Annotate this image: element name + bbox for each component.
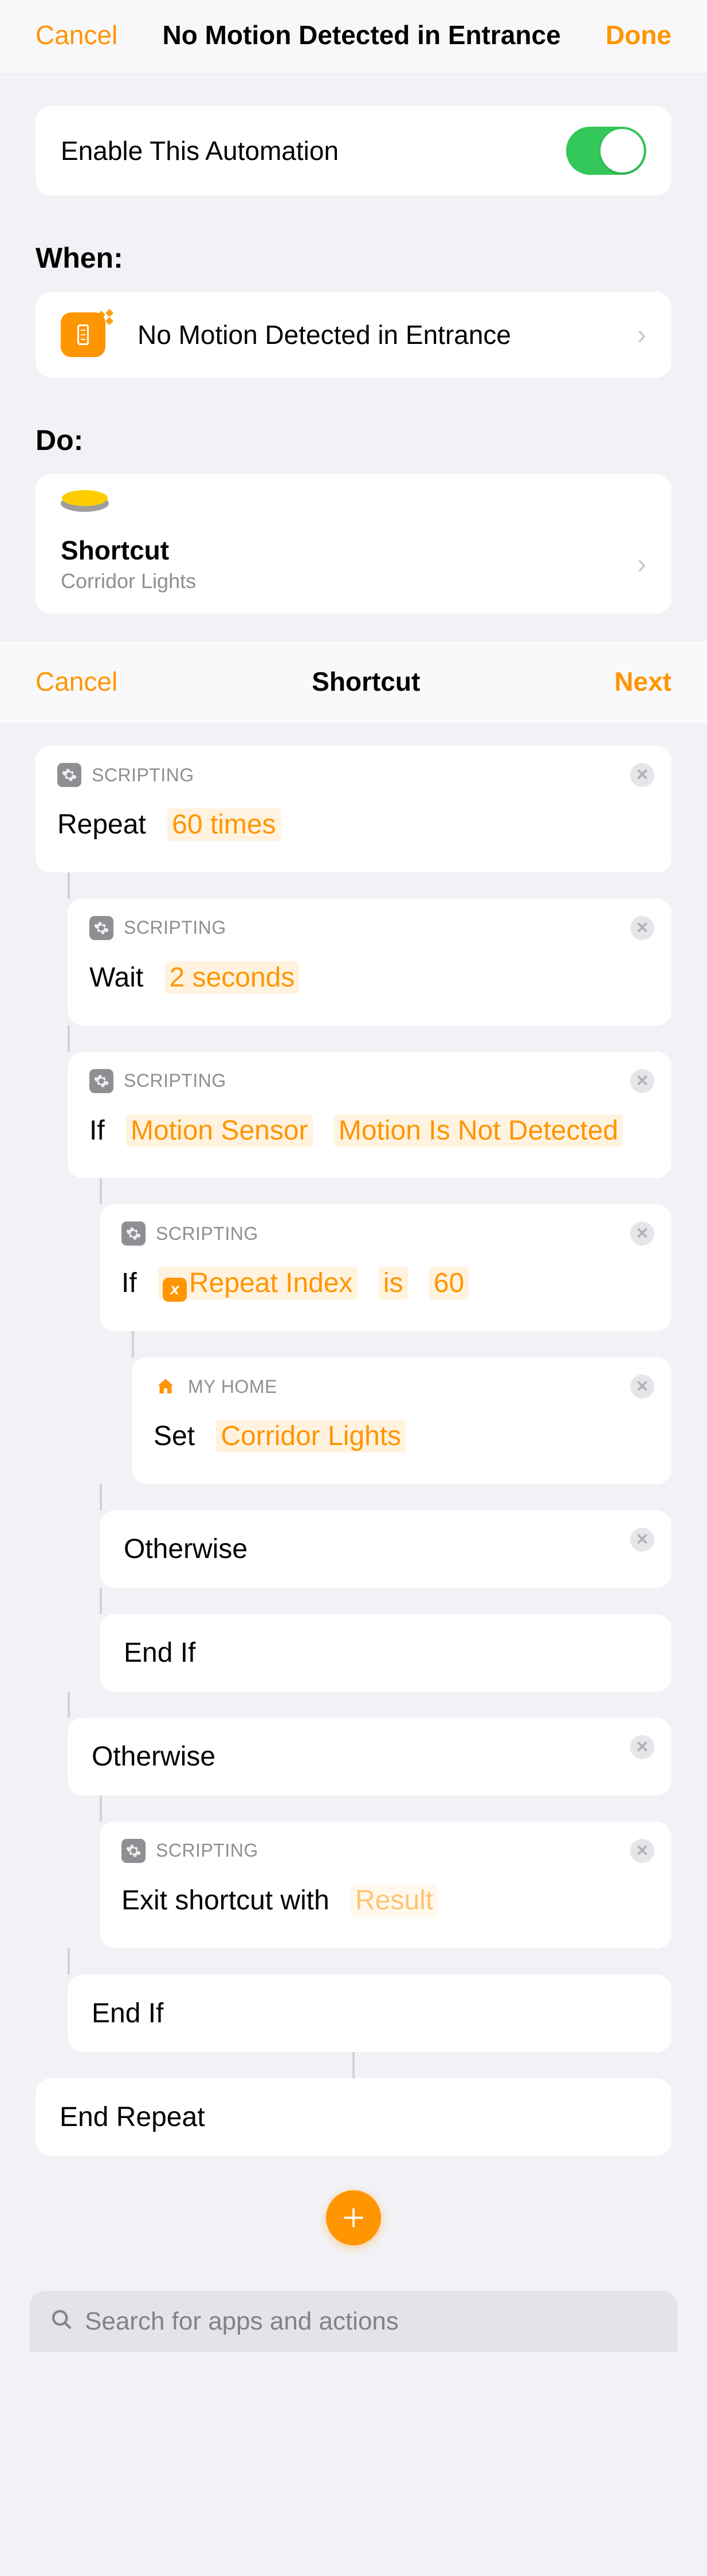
step-category: SCRIPTING: [156, 1223, 258, 1244]
delete-step-icon[interactable]: ✕: [630, 1375, 654, 1399]
connector-line: [100, 1178, 102, 1204]
repeat-count-token[interactable]: 60 times: [167, 808, 280, 841]
endrepeat-block[interactable]: End Repeat: [36, 2078, 671, 2156]
if-motion-step[interactable]: ✕ SCRIPTING If Motion Sensor Motion Is N…: [68, 1052, 671, 1179]
endif-block[interactable]: End If: [100, 1614, 671, 1692]
set-keyword: Set: [154, 1421, 195, 1451]
connector-line: [100, 1588, 102, 1614]
repeat-step[interactable]: ✕ SCRIPTING Repeat 60 times: [36, 746, 671, 872]
step-category: SCRIPTING: [92, 765, 194, 786]
delete-step-icon[interactable]: ✕: [630, 1222, 654, 1246]
enable-toggle[interactable]: [566, 127, 646, 175]
automation-header: Cancel No Motion Detected in Entrance Do…: [0, 0, 707, 74]
trigger-row[interactable]: No Motion Detected in Entrance ›: [36, 292, 671, 378]
shortcut-card-subtitle: Corridor Lights: [61, 569, 637, 593]
search-bar[interactable]: [30, 2291, 677, 2352]
endif-block[interactable]: End If: [68, 1975, 671, 2052]
connector-line: [100, 1795, 102, 1822]
connector-line: [68, 1692, 70, 1718]
scene-token[interactable]: Corridor Lights: [216, 1420, 406, 1453]
wait-duration-token[interactable]: 2 seconds: [165, 961, 300, 994]
do-section-label: Do:: [0, 378, 707, 474]
repeat-index-variable-token[interactable]: xRepeat Index: [158, 1267, 358, 1299]
otherwise-block[interactable]: ✕ Otherwise: [100, 1510, 671, 1588]
enable-automation-label: Enable This Automation: [61, 135, 566, 166]
scripting-icon: [89, 1069, 113, 1093]
editor-title: Shortcut: [312, 666, 420, 697]
connector-line: [68, 1025, 70, 1052]
connector-line: [68, 1948, 70, 1975]
search-icon: [50, 2308, 73, 2334]
automation-title: No Motion Detected in Entrance: [163, 19, 561, 50]
scene-icon: [61, 495, 109, 512]
scripting-icon: [121, 1222, 146, 1246]
step-category: SCRIPTING: [156, 1840, 258, 1861]
shortcut-card[interactable]: Shortcut Corridor Lights ›: [36, 474, 671, 614]
delete-step-icon[interactable]: ✕: [630, 1069, 654, 1093]
comparison-token[interactable]: is: [379, 1267, 408, 1299]
search-input[interactable]: [85, 2307, 657, 2336]
step-category: SCRIPTING: [124, 917, 226, 938]
delete-step-icon[interactable]: ✕: [630, 1528, 654, 1552]
home-icon: [154, 1375, 178, 1399]
otherwise-label: Otherwise: [124, 1534, 248, 1564]
exit-keyword: Exit shortcut with: [121, 1885, 329, 1916]
shortcut-card-title: Shortcut: [61, 535, 637, 566]
scripting-icon: [89, 916, 113, 940]
editor-cancel-button[interactable]: Cancel: [36, 666, 117, 697]
delete-step-icon[interactable]: ✕: [630, 1839, 654, 1863]
plus-icon: [341, 2205, 366, 2230]
done-button[interactable]: Done: [606, 19, 671, 50]
trigger-label: No Motion Detected in Entrance: [138, 319, 637, 350]
cancel-button[interactable]: Cancel: [36, 19, 117, 50]
delete-step-icon[interactable]: ✕: [630, 763, 654, 787]
connector-line: [352, 2052, 355, 2078]
shortcut-editor-header: Cancel Shortcut Next: [0, 640, 707, 723]
step-category: SCRIPTING: [124, 1070, 226, 1091]
connector-line: [132, 1331, 134, 1357]
add-action-button[interactable]: [326, 2190, 381, 2245]
endif-label: End If: [92, 1998, 163, 2029]
motion-sensor-icon: [61, 312, 105, 357]
exit-result-token[interactable]: Result: [351, 1884, 438, 1917]
if-keyword: If: [89, 1115, 105, 1146]
step-category: MY HOME: [188, 1376, 277, 1397]
when-section-label: When:: [0, 195, 707, 292]
if-repeatindex-step[interactable]: ✕ SCRIPTING If xRepeat Index is 60: [100, 1204, 671, 1331]
if-condition-token[interactable]: Motion Is Not Detected: [334, 1114, 623, 1147]
exit-shortcut-step[interactable]: ✕ SCRIPTING Exit shortcut with Result: [100, 1822, 671, 1948]
variable-badge-icon: x: [163, 1278, 187, 1302]
if-input-token[interactable]: Motion Sensor: [126, 1114, 313, 1147]
chevron-right-icon: ›: [637, 319, 646, 351]
otherwise-block[interactable]: ✕ Otherwise: [68, 1718, 671, 1795]
otherwise-label: Otherwise: [92, 1741, 215, 1772]
set-scene-step[interactable]: ✕ MY HOME Set Corridor Lights: [132, 1357, 671, 1484]
editor-next-button[interactable]: Next: [614, 666, 671, 697]
endif-label: End If: [124, 1638, 195, 1668]
scripting-icon: [57, 763, 81, 787]
endrepeat-label: End Repeat: [60, 2102, 205, 2132]
connector-line: [68, 872, 70, 899]
comparison-value-token[interactable]: 60: [429, 1267, 469, 1299]
chevron-right-icon: ›: [637, 549, 646, 580]
enable-automation-row[interactable]: Enable This Automation: [36, 106, 671, 195]
delete-step-icon[interactable]: ✕: [630, 916, 654, 940]
delete-step-icon[interactable]: ✕: [630, 1735, 654, 1759]
if-keyword: If: [121, 1268, 137, 1298]
wait-keyword: Wait: [89, 962, 143, 993]
connector-line: [100, 1484, 102, 1510]
scripting-icon: [121, 1839, 146, 1863]
repeat-keyword: Repeat: [57, 809, 146, 840]
wait-step[interactable]: ✕ SCRIPTING Wait 2 seconds: [68, 899, 671, 1025]
